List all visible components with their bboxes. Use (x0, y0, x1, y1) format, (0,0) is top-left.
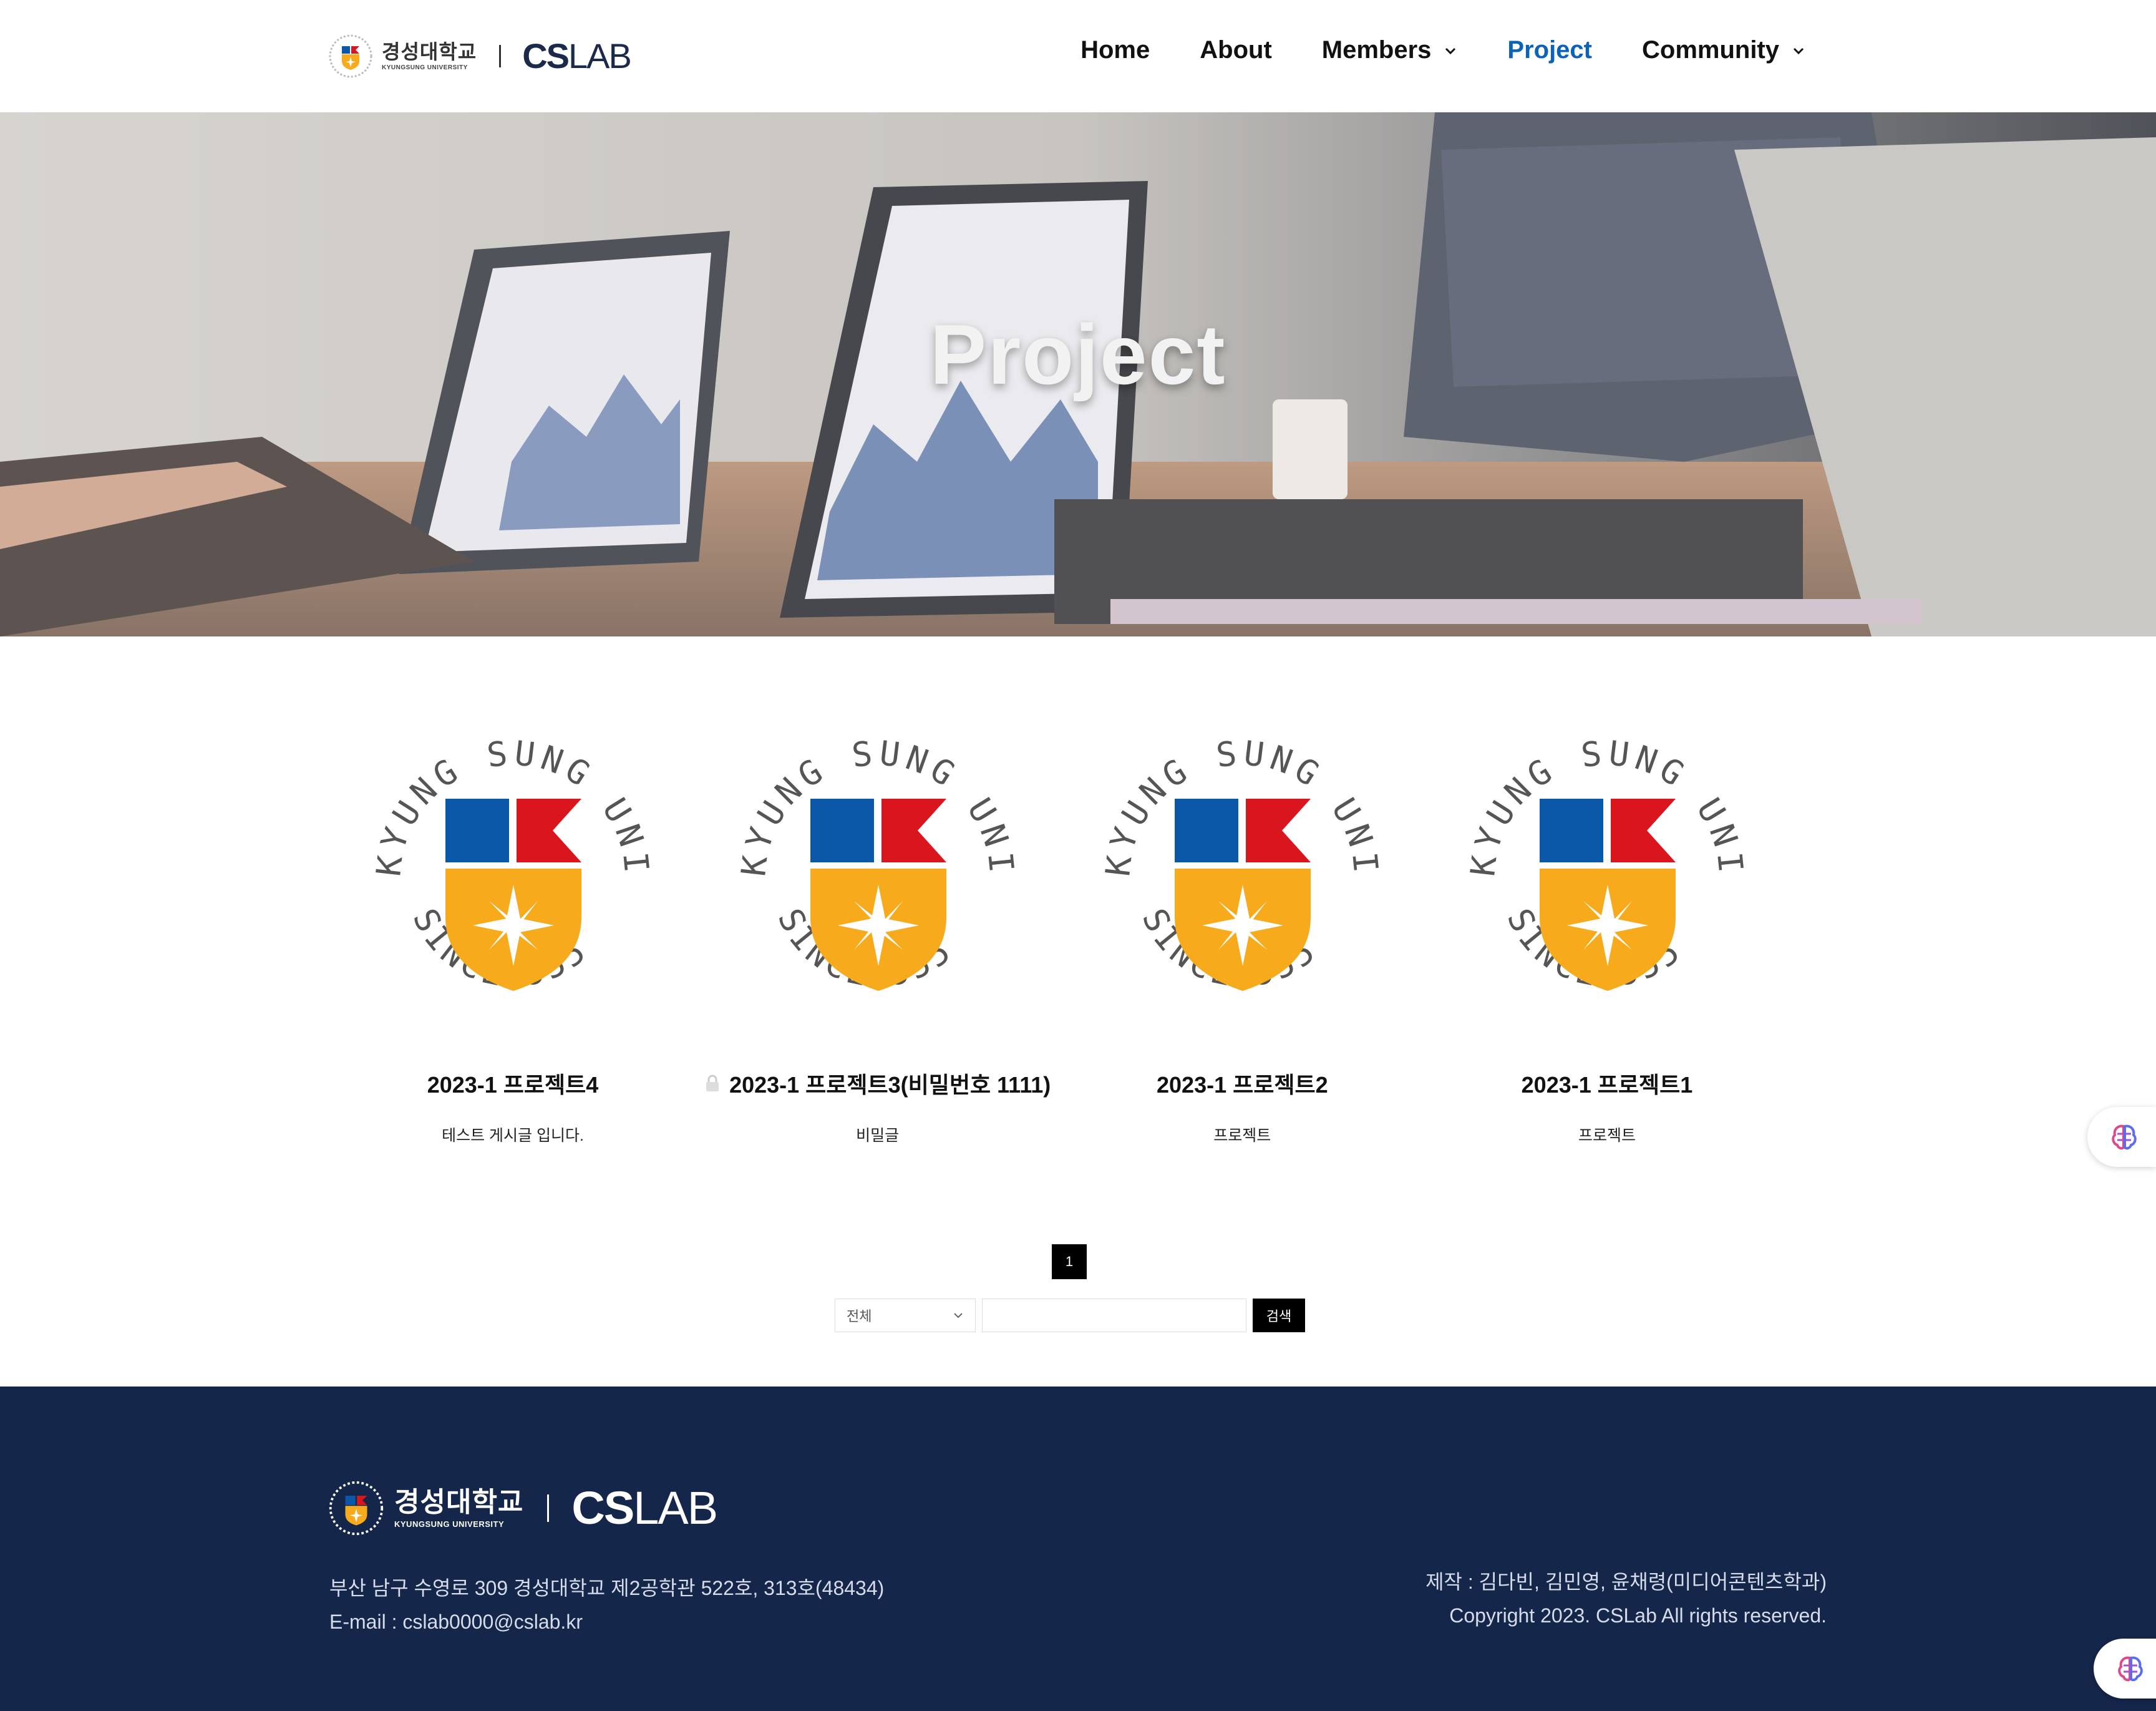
main-nav: Home About Members Project Community (1080, 36, 1805, 64)
project-title[interactable]: 2023-1 프로젝트2 (1157, 1067, 1328, 1099)
site-header: 경성대학교 KYUNGSUNG UNIVERSITY CSLAB Home Ab… (0, 0, 2156, 112)
floating-assistant-button[interactable] (2094, 1639, 2156, 1699)
search-button[interactable]: 검색 (1253, 1299, 1305, 1332)
project-title[interactable]: 2023-1 프로젝트4 (427, 1067, 599, 1099)
nav-community[interactable]: Community (1642, 36, 1805, 64)
footer-logo: 경성대학교 KYUNGSUNG UNIVERSITY CSLAB (328, 1480, 718, 1536)
footer-contact: 부산 남구 수영로 309 경성대학교 제2공학관 522호, 313호(484… (329, 1571, 884, 1639)
search-input[interactable] (982, 1299, 1246, 1332)
project-card[interactable]: KYUNG SUNG UNIVERSITY SINCE1955 2023-1 프… (1447, 718, 1767, 1167)
floating-assistant-button[interactable] (2087, 1107, 2156, 1167)
brain-icon (2112, 1124, 2137, 1150)
nav-project[interactable]: Project (1507, 36, 1592, 64)
footer-logo-english: KYUNGSUNG UNIVERSITY (394, 1519, 505, 1529)
nav-members[interactable]: Members (1322, 36, 1458, 64)
project-title[interactable]: 2023-1 프로젝트3(비밀번호 1111) (704, 1067, 1051, 1099)
project-title[interactable]: 2023-1 프로젝트1 (1522, 1067, 1693, 1099)
site-footer: 경성대학교 KYUNGSUNG UNIVERSITY CSLAB 부산 남구 수… (0, 1387, 2156, 1711)
cslab-wordmark: CSLAB (522, 36, 632, 76)
footer-logo-korean: 경성대학교 (394, 1486, 524, 1518)
nav-home[interactable]: Home (1080, 36, 1150, 64)
site-logo[interactable]: 경성대학교 KYUNGSUNG UNIVERSITY CSLAB (328, 34, 632, 79)
hero-banner: Project (0, 112, 2156, 636)
university-seal-icon: KYUNG SUNG UNIVERSITY SINCE1955 (353, 718, 652, 995)
logo-divider (499, 45, 502, 67)
university-seal-icon (329, 34, 372, 78)
cslab-wordmark: CSLAB (571, 1482, 718, 1534)
logo-divider (547, 1494, 550, 1522)
logo-korean-text: 경성대학교 (382, 40, 477, 63)
chevron-down-icon (1793, 47, 1804, 54)
university-seal-icon: KYUNG SUNG UNIVERSITY SINCE1955 (718, 718, 1017, 995)
logo-english-text: KYUNGSUNG UNIVERSITY (382, 64, 468, 71)
nav-about[interactable]: About (1200, 36, 1272, 64)
university-seal-icon: KYUNG SUNG UNIVERSITY SINCE1955 (1447, 718, 1746, 995)
footer-copyright: Copyright 2023. CSLab All rights reserve… (1449, 1604, 1827, 1627)
project-description: 프로젝트 (1213, 1127, 1271, 1144)
search-scope-select[interactable]: 전체 (835, 1299, 976, 1332)
board-search: 전체 검색 (835, 1299, 1305, 1332)
chevron-down-icon (954, 1313, 963, 1319)
footer-email: E-mail : cslab0000@cslab.kr (329, 1611, 583, 1633)
footer-address: 부산 남구 수영로 309 경성대학교 제2공학관 522호, 313호(484… (329, 1577, 885, 1599)
university-seal-icon: KYUNG SUNG UNIVERSITY SINCE1955 (1082, 718, 1381, 995)
project-card[interactable]: KYUNG SUNG UNIVERSITY SINCE1955 2023-1 프… (353, 718, 673, 1167)
footer-credit: 제작 : 김다빈, 김민영, 윤채령(미디어콘텐츠학과) (1425, 1571, 1827, 1593)
lock-icon (706, 1075, 719, 1091)
chevron-down-icon (1445, 47, 1456, 54)
project-grid: KYUNG SUNG UNIVERSITY SINCE1955 2023-1 프… (353, 718, 1767, 1167)
project-description: 테스트 게시글 입니다. (442, 1127, 584, 1144)
footer-credits: 제작 : 김다빈, 김민영, 윤채령(미디어콘텐츠학과) Copyright 2… (1425, 1565, 1827, 1632)
hero-title: Project (930, 307, 1226, 402)
brain-icon (2118, 1656, 2143, 1682)
project-card[interactable]: KYUNG SUNG UNIVERSITY SINCE1955 2023-1 프… (1082, 718, 1402, 1167)
project-card[interactable]: KYUNG SUNG UNIVERSITY SINCE1955 2023-1 프… (706, 718, 1051, 1167)
university-seal-icon (329, 1481, 384, 1536)
page-number-current[interactable]: 1 (1052, 1244, 1087, 1279)
project-description: 비밀글 (856, 1127, 900, 1144)
project-description: 프로젝트 (1578, 1127, 1636, 1144)
